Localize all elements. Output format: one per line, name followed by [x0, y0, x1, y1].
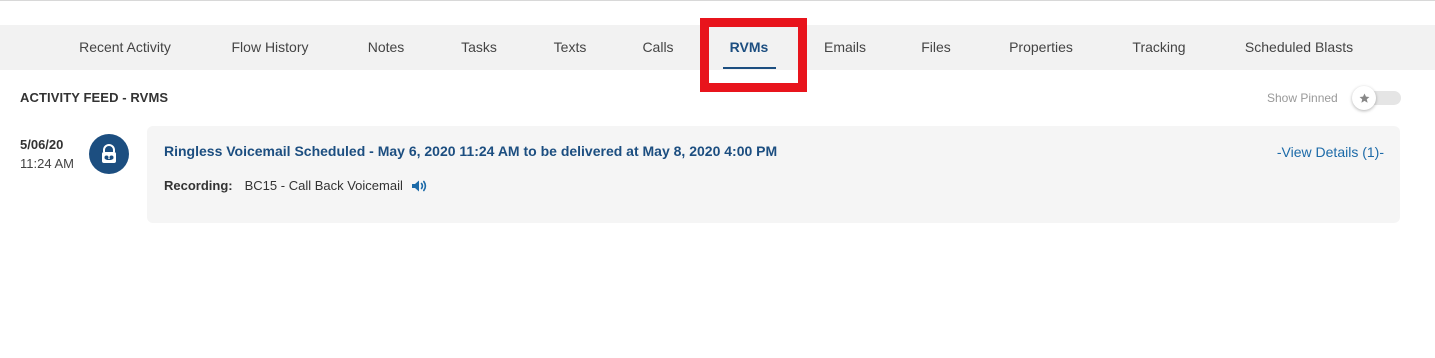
tab-calls[interactable]: Calls: [642, 25, 673, 70]
tab-tracking[interactable]: Tracking: [1132, 25, 1185, 70]
recording-name: BC15 - Call Back Voicemail: [244, 178, 403, 193]
annotation-highlight-box: [700, 18, 807, 92]
activity-title: Ringless Voicemail Scheduled - May 6, 20…: [164, 143, 778, 159]
tab-tasks[interactable]: Tasks: [461, 25, 497, 70]
voicemail-icon: [89, 134, 129, 174]
recording-row: Recording: BC15 - Call Back Voicemail: [164, 178, 429, 193]
view-details-link[interactable]: -View Details (1)-: [1277, 144, 1384, 160]
tab-properties[interactable]: Properties: [1009, 25, 1073, 70]
toggle-knob: [1352, 86, 1376, 110]
show-pinned-toggle[interactable]: [1352, 86, 1401, 110]
entry-time: 11:24 AM: [20, 156, 74, 171]
tab-recent-activity[interactable]: Recent Activity: [79, 25, 171, 70]
tab-files[interactable]: Files: [921, 25, 951, 70]
show-pinned-label: Show Pinned: [1267, 91, 1338, 105]
speaker-icon[interactable]: [411, 179, 429, 193]
entry-date: 5/06/20: [20, 137, 64, 152]
tab-emails[interactable]: Emails: [824, 25, 866, 70]
tab-texts[interactable]: Texts: [554, 25, 587, 70]
tab-scheduled-blasts[interactable]: Scheduled Blasts: [1245, 25, 1353, 70]
tab-notes[interactable]: Notes: [368, 25, 405, 70]
feed-title: ACTIVITY FEED - RVMS: [20, 90, 169, 105]
pin-icon: [1359, 92, 1369, 103]
top-divider: [0, 0, 1435, 1]
recording-label: Recording:: [164, 178, 233, 193]
tab-flow-history[interactable]: Flow History: [231, 25, 308, 70]
activity-card: Ringless Voicemail Scheduled - May 6, 20…: [147, 126, 1400, 223]
